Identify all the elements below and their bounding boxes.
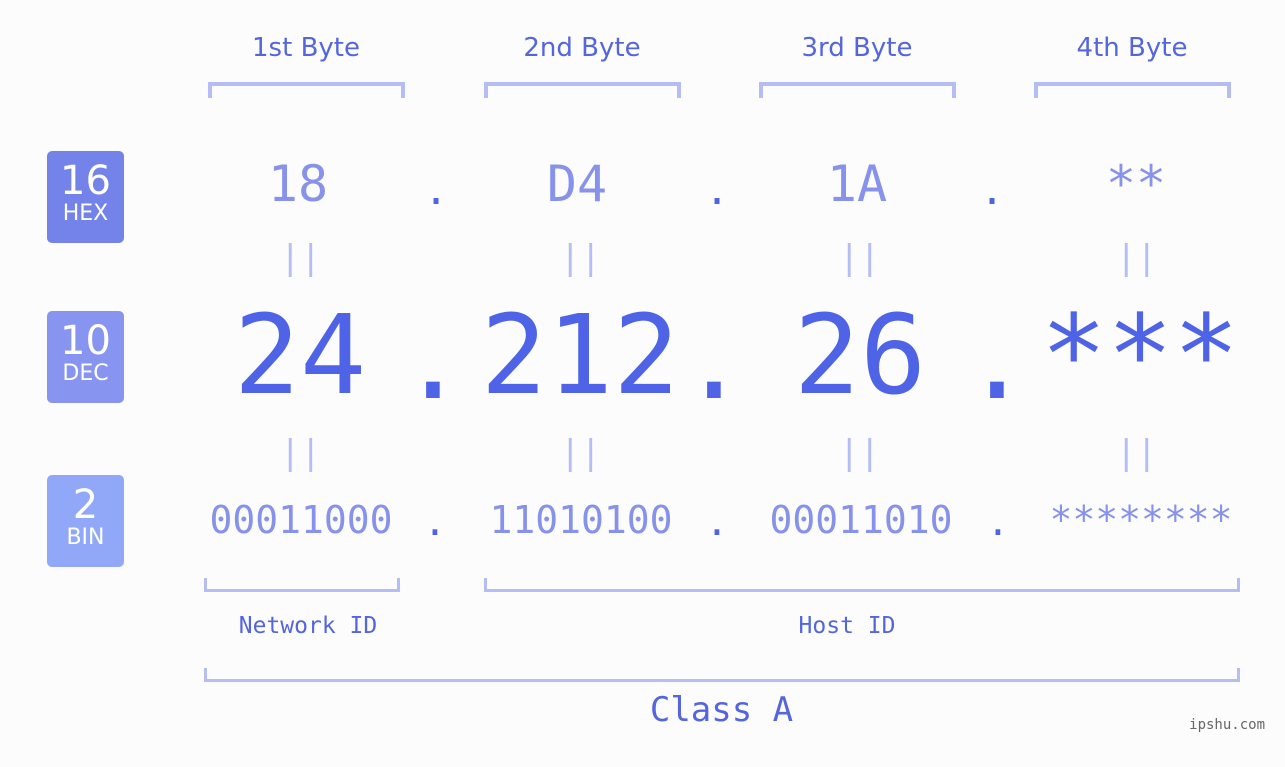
dec-badge: 10 DEC bbox=[47, 311, 124, 403]
equals-hex-dec-3: || bbox=[839, 238, 880, 278]
hex-separator-2: . bbox=[704, 168, 730, 214]
class-label: Class A bbox=[649, 690, 794, 730]
bin-base-number: 2 bbox=[72, 482, 99, 528]
dec-byte-1: 24 bbox=[233, 291, 367, 419]
hex-badge: 16 HEX bbox=[47, 151, 124, 243]
equals-dec-bin-1: || bbox=[280, 433, 321, 473]
bin-base-label: BIN bbox=[66, 525, 105, 550]
equals-hex-dec-4: || bbox=[1116, 238, 1157, 278]
dec-byte-2: 212 bbox=[480, 291, 680, 419]
hex-byte-2: D4 bbox=[546, 155, 608, 213]
watermark: ipshu.com bbox=[1189, 717, 1265, 733]
bin-badge: 2 BIN bbox=[47, 475, 124, 567]
bin-separator-1: . bbox=[423, 500, 447, 544]
equals-dec-bin-4: || bbox=[1116, 433, 1157, 473]
dec-separator-2: . bbox=[680, 296, 748, 424]
bin-separator-3: . bbox=[986, 500, 1010, 544]
bin-byte-1: 00011000 bbox=[209, 498, 393, 542]
bin-separator-2: . bbox=[705, 500, 729, 544]
host-id-label: Host ID bbox=[798, 613, 896, 639]
dec-base-number: 10 bbox=[60, 318, 111, 364]
bin-byte-3: 00011010 bbox=[769, 498, 953, 542]
hex-separator-1: . bbox=[423, 168, 449, 214]
hex-byte-4: ** bbox=[1105, 155, 1167, 213]
equals-dec-bin-2: || bbox=[560, 433, 601, 473]
byte-header-2: 2nd Byte bbox=[523, 33, 641, 63]
byte-bracket-2 bbox=[484, 82, 681, 98]
dec-base-label: DEC bbox=[62, 361, 109, 386]
byte-header-4: 4th Byte bbox=[1076, 33, 1188, 63]
hex-byte-1: 18 bbox=[267, 155, 329, 213]
hex-separator-3: . bbox=[979, 168, 1005, 214]
dec-byte-3: 26 bbox=[793, 291, 927, 419]
dec-separator-3: . bbox=[963, 296, 1031, 424]
host-id-bracket bbox=[484, 578, 1240, 592]
class-bracket bbox=[204, 668, 1240, 682]
byte-bracket-3 bbox=[759, 82, 956, 98]
bin-byte-2: 11010100 bbox=[489, 498, 673, 542]
bin-byte-4: ******** bbox=[1049, 498, 1233, 542]
byte-header-3: 3rd Byte bbox=[801, 33, 913, 63]
byte-bracket-1 bbox=[208, 82, 405, 98]
hex-byte-3: 1A bbox=[826, 155, 888, 213]
byte-bracket-4 bbox=[1034, 82, 1231, 98]
hex-base-label: HEX bbox=[62, 201, 109, 226]
equals-hex-dec-1: || bbox=[280, 238, 321, 278]
dec-byte-4: *** bbox=[1040, 291, 1240, 419]
equals-hex-dec-2: || bbox=[560, 238, 601, 278]
byte-header-1: 1st Byte bbox=[252, 33, 360, 63]
network-id-bracket bbox=[204, 578, 400, 592]
hex-base-number: 16 bbox=[60, 158, 111, 204]
equals-dec-bin-3: || bbox=[839, 433, 880, 473]
network-id-label: Network ID bbox=[238, 613, 378, 639]
dec-separator-1: . bbox=[399, 296, 467, 424]
